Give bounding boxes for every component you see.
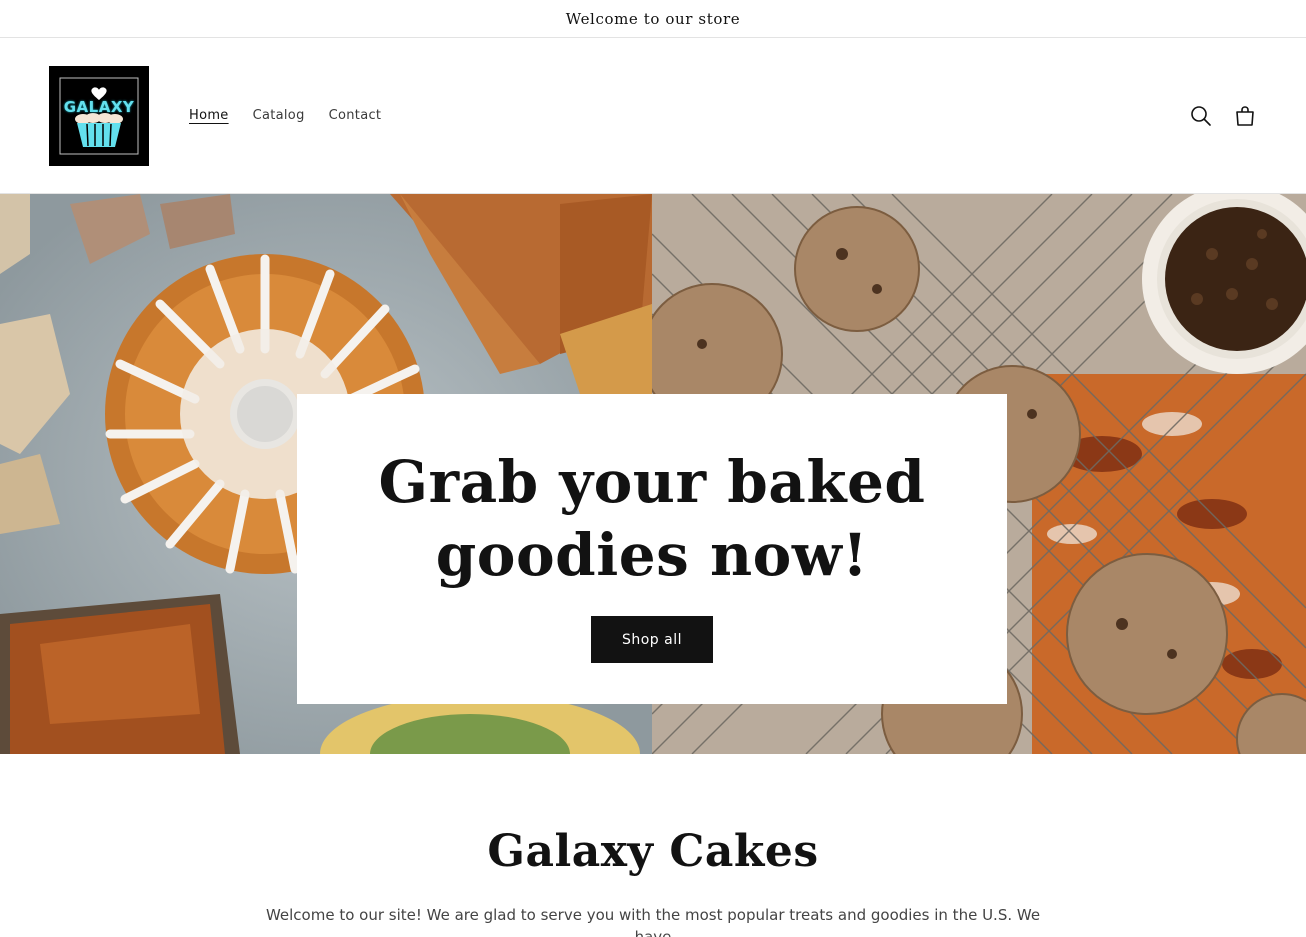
store-logo[interactable]: GALAXY — [49, 66, 149, 166]
site-header: GALAXY Home Catalog Contact — [0, 38, 1306, 194]
hero-title: Grab your baked goodies now! — [378, 448, 926, 589]
cart-icon[interactable] — [1233, 104, 1257, 128]
nav-catalog[interactable]: Catalog — [253, 108, 305, 123]
cupcake-logo-icon — [49, 66, 149, 166]
intro-section: Galaxy Cakes Welcome to our site! We are… — [0, 754, 1306, 937]
hero-banner: Grab your baked goodies now! Shop all — [0, 194, 1306, 754]
search-icon[interactable] — [1189, 104, 1213, 128]
announcement-text: Welcome to our store — [565, 9, 741, 28]
nav-contact[interactable]: Contact — [329, 108, 382, 123]
shop-all-button[interactable]: Shop all — [591, 616, 713, 663]
intro-text: Welcome to our site! We are glad to serv… — [265, 906, 1041, 937]
nav-home[interactable]: Home — [189, 108, 229, 123]
announcement-bar: Welcome to our store — [0, 0, 1306, 38]
intro-title: Galaxy Cakes — [487, 826, 819, 877]
hero-content-box: Grab your baked goodies now! Shop all — [297, 394, 1007, 704]
main-nav: Home Catalog Contact — [189, 108, 405, 123]
logo-lettering: GALAXY — [63, 98, 135, 116]
